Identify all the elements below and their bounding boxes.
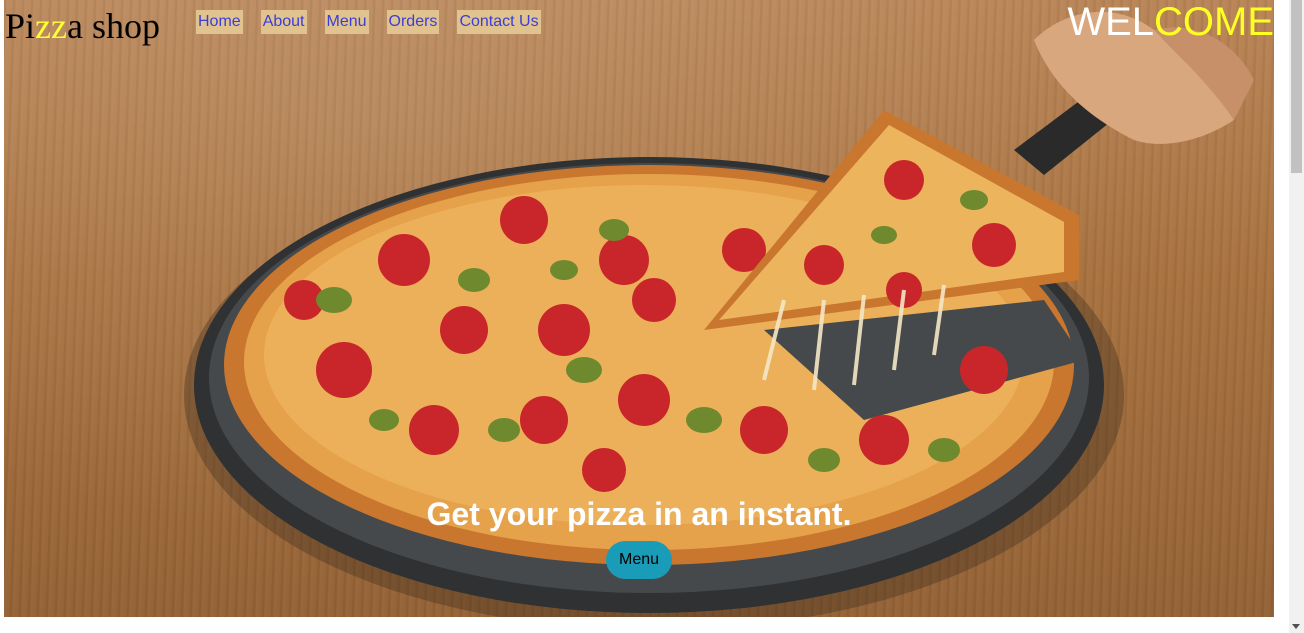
page-scrollbar[interactable] xyxy=(1289,0,1304,633)
welcome-text-accent: COME xyxy=(1154,0,1274,44)
logo-text-accent: zz xyxy=(35,6,67,46)
page: Pizza shop Home About Menu Orders Contac… xyxy=(0,0,1304,633)
menu-button[interactable]: Menu xyxy=(606,541,672,579)
nav-link-about[interactable]: About xyxy=(260,10,307,34)
welcome-text-start: WEL xyxy=(1067,0,1154,44)
nav-link-contact-us[interactable]: Contact Us xyxy=(457,10,541,34)
scrollbar-thumb[interactable] xyxy=(1291,0,1302,173)
logo-text-start: Pi xyxy=(5,6,36,46)
nav-link-menu[interactable]: Menu xyxy=(324,10,369,34)
nav-link-orders[interactable]: Orders xyxy=(386,10,440,34)
nav-link-home[interactable]: Home xyxy=(196,10,243,34)
hero-tagline: Get your pizza in an instant. xyxy=(426,496,852,532)
chevron-down-icon[interactable] xyxy=(1292,624,1300,629)
welcome-heading: WELCOME xyxy=(1067,0,1274,44)
main-nav: Home About Menu Orders Contact Us xyxy=(196,10,541,34)
logo-text-end: a shop xyxy=(67,6,160,46)
site-logo[interactable]: Pizza shop xyxy=(5,4,160,48)
